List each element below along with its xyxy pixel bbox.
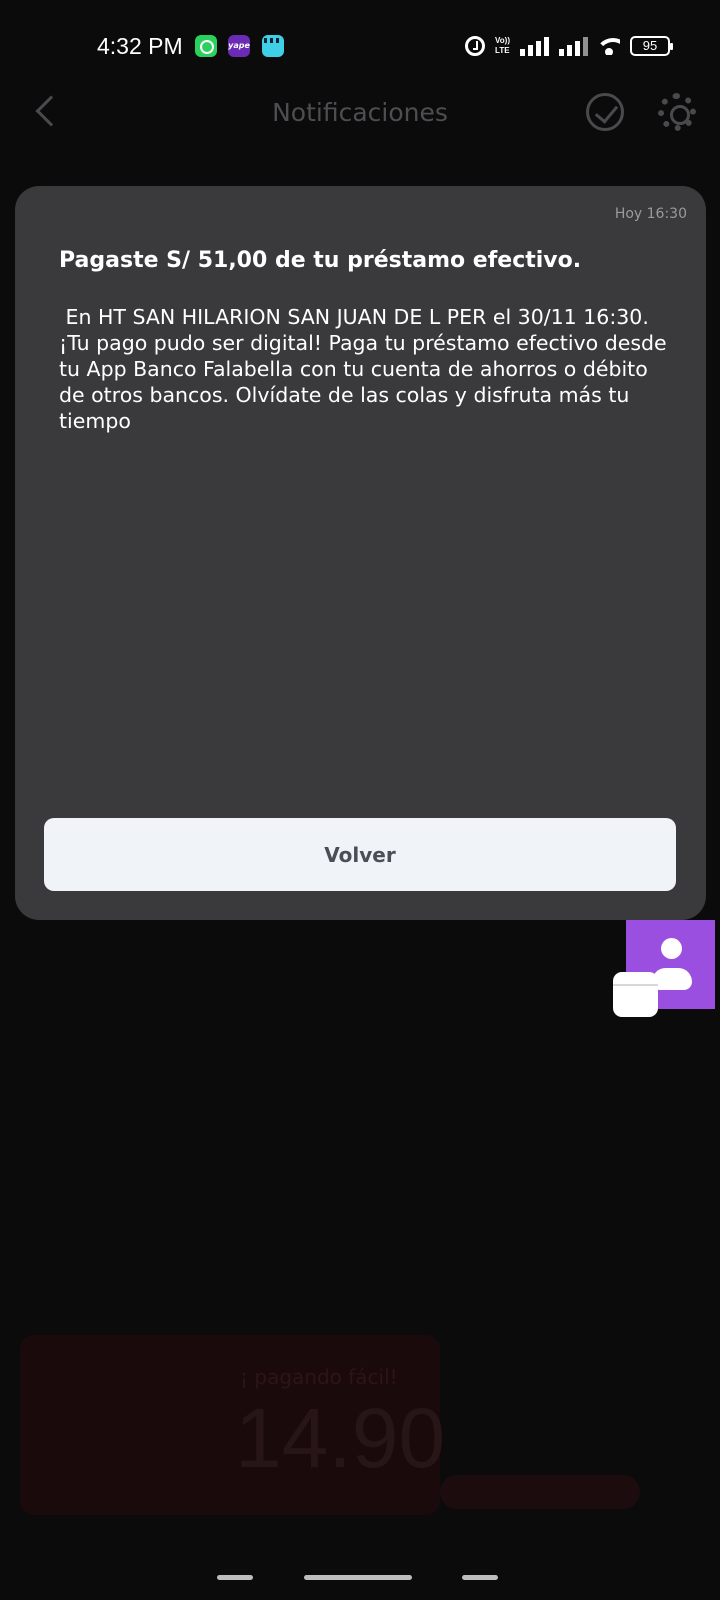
navigation-bar <box>0 1575 720 1589</box>
promo-price: 14.90 <box>235 1391 446 1485</box>
clapper-icon <box>262 35 284 57</box>
mark-all-read-icon[interactable] <box>586 93 624 131</box>
status-indicators: Vo)) LTE 95 <box>465 34 673 58</box>
battery-icon: 95 <box>630 36 673 56</box>
gear-icon[interactable] <box>658 93 696 131</box>
home-handle[interactable] <box>304 1575 412 1580</box>
whatsapp-icon <box>195 35 217 57</box>
status-time: 4:32 PM <box>97 33 183 59</box>
yape-icon: yape <box>228 35 250 57</box>
volver-button[interactable]: Volver <box>44 818 676 891</box>
person-body-icon <box>652 968 692 990</box>
person-icon <box>661 938 682 959</box>
notification-time: Hoy 16:30 <box>614 206 687 222</box>
notification-body: En HT SAN HILARION SAN JUAN DE L PER el … <box>59 305 674 433</box>
notification-title: Pagaste S/ 51,00 de tu préstamo efectivo… <box>59 248 582 273</box>
promo-pill <box>440 1475 640 1509</box>
back-handle[interactable] <box>462 1575 498 1580</box>
status-bar: 4:32 PM yape Vo)) LTE 95 <box>0 0 720 92</box>
background-promo-banner: ¡ pagando fácil! 14.90 <box>20 1335 700 1525</box>
signal-1-icon <box>520 36 549 56</box>
promo-tag: ¡ pagando fácil! <box>240 1365 398 1389</box>
volte-bottom-label: LTE <box>495 46 510 55</box>
alarm-icon <box>465 36 486 56</box>
wifi-icon <box>598 37 620 55</box>
volte-top-label: Vo)) <box>495 36 510 45</box>
recent-apps-handle[interactable] <box>217 1575 253 1580</box>
volte-icon: Vo)) LTE <box>495 36 510 56</box>
notification-dialog: Hoy 16:30 Pagaste S/ 51,00 de tu préstam… <box>15 186 706 920</box>
signal-2-icon <box>559 36 588 56</box>
chat-bubble-icon[interactable] <box>613 972 658 1017</box>
